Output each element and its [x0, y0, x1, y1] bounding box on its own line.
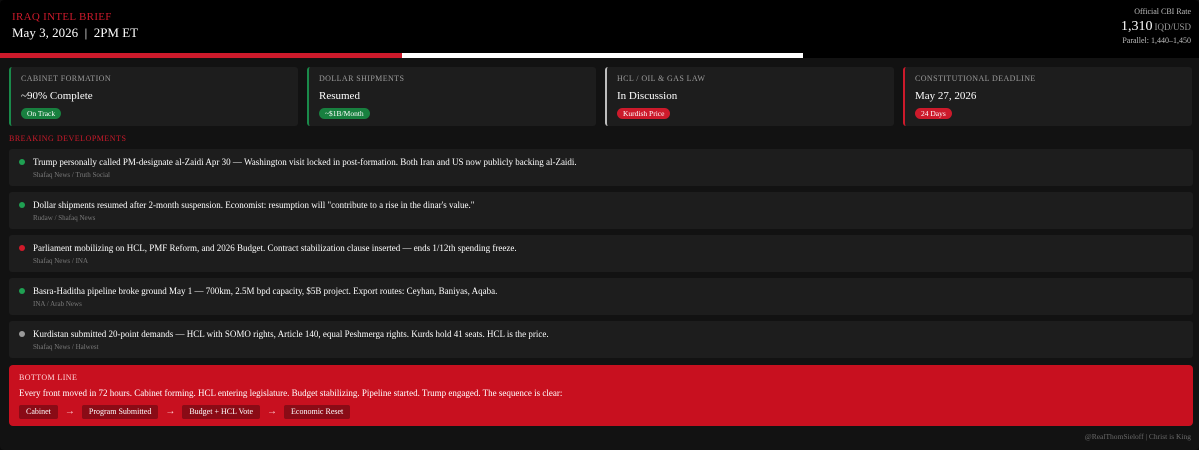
bottom-line-label: BOTTOM LINE	[19, 373, 78, 382]
news-source: Shafaq News / Truth Social	[33, 171, 110, 179]
arrow-right-icon: →	[165, 406, 176, 417]
arrow-right-icon: →	[267, 406, 278, 417]
status-dot-icon	[19, 159, 25, 165]
breaking-title: BREAKING DEVELOPMENTS	[9, 134, 127, 143]
card-constitutional-deadline: CONSTITUTIONAL DEADLINE May 27, 2026 24 …	[903, 67, 1192, 126]
card-hcl-oil-gas-law: HCL / OIL & GAS LAW In Discussion Kurdis…	[605, 67, 894, 126]
status-dot-icon	[19, 202, 25, 208]
card-value: May 27, 2026	[915, 90, 977, 102]
bottom-line-text: Every front moved in 72 hours. Cabinet f…	[19, 388, 563, 398]
rate-unit: IQD/USD	[1154, 22, 1191, 32]
progress-bar	[0, 53, 803, 58]
status-badge: Kurdish Price	[617, 108, 671, 119]
sequence-steps: Cabinet → Program Submitted → Budget + H…	[19, 405, 351, 419]
brief-date: May 3, 2026	[12, 25, 79, 40]
card-label: CONSTITUTIONAL DEADLINE	[915, 74, 1036, 83]
arrow-right-icon: →	[64, 406, 75, 417]
news-text: Dollar shipments resumed after 2-month s…	[33, 200, 475, 210]
status-cards: CABINET FORMATION ~90% Complete On Track…	[9, 67, 1196, 126]
card-label: HCL / OIL & GAS LAW	[617, 74, 706, 83]
sequence-step: Cabinet	[19, 405, 58, 419]
footer-credit: @RealThomSieloff | Christ is King	[1085, 432, 1191, 441]
status-badge: ~$1B/Month	[319, 108, 370, 119]
rate-value: 1,310	[1120, 19, 1153, 34]
bottom-line-panel: BOTTOM LINE Every front moved in 72 hour…	[9, 365, 1193, 426]
date-separator: |	[81, 25, 91, 40]
status-dot-icon	[19, 331, 25, 337]
rate-parallel: Parallel: 1,440–1,450	[1122, 36, 1191, 45]
news-item: Parliament mobilizing on HCL, PMF Reform…	[9, 235, 1193, 272]
footer-tagline: Christ is King	[1148, 432, 1191, 441]
news-text: Trump personally called PM-designate al-…	[33, 157, 577, 167]
brief-date-time: May 3, 2026 | 2PM ET	[12, 25, 138, 41]
brand-block: IRAQ INTEL BRIEF May 3, 2026 | 2PM ET	[12, 11, 138, 41]
news-text: Basra-Haditha pipeline broke ground May …	[33, 286, 498, 296]
sequence-step: Program Submitted	[81, 405, 159, 419]
card-value: In Discussion	[617, 90, 678, 102]
card-cabinet-formation: CABINET FORMATION ~90% Complete On Track	[9, 67, 298, 126]
news-item: Trump personally called PM-designate al-…	[9, 149, 1193, 186]
status-badge: 24 Days	[915, 108, 952, 119]
card-value: ~90% Complete	[21, 90, 93, 102]
news-item: Dollar shipments resumed after 2-month s…	[9, 192, 1193, 229]
card-dollar-shipments: DOLLAR SHIPMENTS Resumed ~$1B/Month	[307, 67, 596, 126]
rate-value-row: 1,310 IQD/USD	[1121, 18, 1191, 36]
news-source: Shafaq News / INA	[33, 257, 89, 265]
sequence-step: Budget + HCL Vote	[182, 405, 261, 419]
card-label: CABINET FORMATION	[21, 74, 111, 83]
header: IRAQ INTEL BRIEF May 3, 2026 | 2PM ET Of…	[0, 0, 1199, 58]
status-badge: On Track	[21, 108, 62, 119]
brief-time: 2PM ET	[93, 25, 139, 40]
news-source: Shafaq News / Halwest	[33, 343, 99, 351]
footer-separator: |	[1145, 432, 1148, 441]
brief-title: IRAQ INTEL BRIEF	[12, 11, 112, 23]
sequence-step: Economic Reset	[284, 405, 351, 419]
news-item: Basra-Haditha pipeline broke ground May …	[9, 278, 1193, 315]
status-dot-icon	[19, 245, 25, 251]
brief-frame: IRAQ INTEL BRIEF May 3, 2026 | 2PM ET Of…	[0, 0, 1199, 450]
news-text: Kurdistan submitted 20-point demands — H…	[33, 329, 549, 339]
rate-label: Official CBI Rate	[1134, 7, 1191, 16]
news-item: Kurdistan submitted 20-point demands — H…	[9, 321, 1193, 358]
news-source: Rudaw / Shafaq News	[33, 214, 96, 222]
progress-bar-fill	[0, 53, 402, 58]
card-label: DOLLAR SHIPMENTS	[319, 74, 405, 83]
news-text: Parliament mobilizing on HCL, PMF Reform…	[33, 243, 517, 253]
exchange-rate: Official CBI Rate 1,310 IQD/USD Parallel:…	[1121, 7, 1191, 45]
news-source: INA / Arab News	[33, 300, 82, 308]
card-value: Resumed	[319, 90, 360, 102]
status-dot-icon	[19, 288, 25, 294]
footer-handle: @RealThomSieloff	[1084, 432, 1144, 441]
